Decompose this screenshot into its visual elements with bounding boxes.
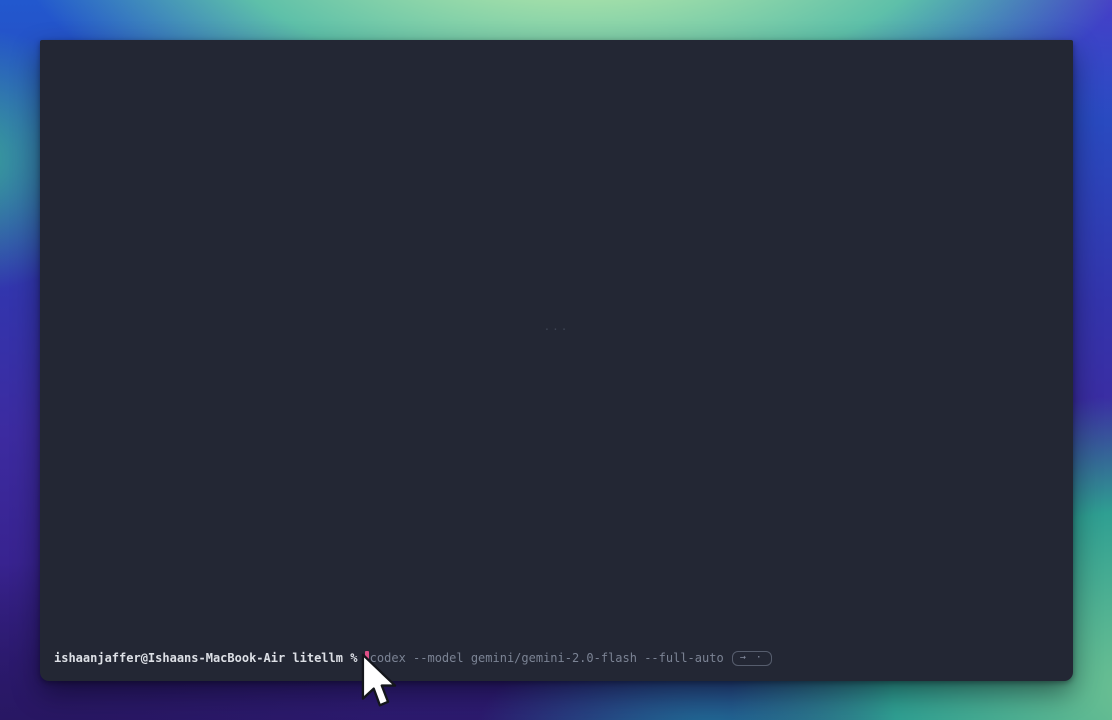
terminal-output-ellipsis: ··· <box>40 323 1073 336</box>
text-cursor <box>365 651 369 665</box>
terminal-prompt-line[interactable]: ishaanjaffer@Ishaans-MacBook-Air litellm… <box>54 650 1059 666</box>
terminal-window[interactable]: ··· ishaanjaffer@Ishaans-MacBook-Air lit… <box>40 40 1073 681</box>
autosuggestion-command: codex --model gemini/gemini-2.0-flash --… <box>370 650 724 666</box>
shell-prompt: ishaanjaffer@Ishaans-MacBook-Air litellm… <box>54 650 365 666</box>
accept-suggestion-key-hint: → · <box>732 651 772 666</box>
